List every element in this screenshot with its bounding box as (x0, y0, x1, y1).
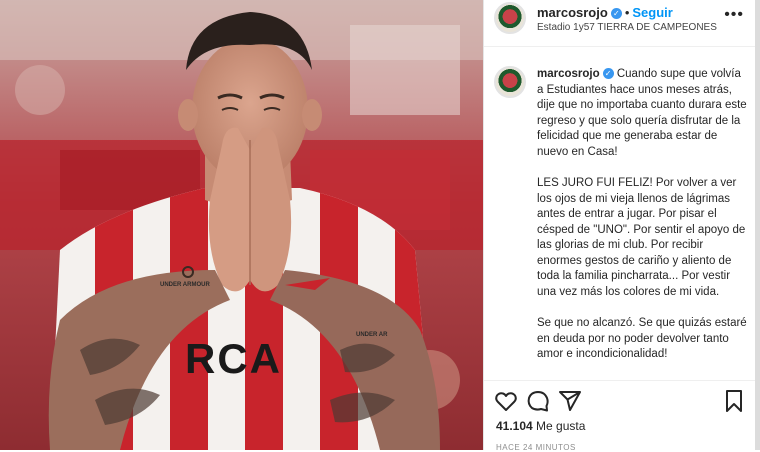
jersey-sleeve-text: UNDER AR (356, 332, 388, 338)
separator-dot: • (624, 5, 630, 20)
username-link[interactable]: marcosrojo (537, 5, 608, 20)
action-bar: 41.104 Me gusta HACE 24 MINUTOS (484, 380, 756, 452)
caption-username[interactable]: marcosrojo (537, 68, 600, 80)
verified-badge-icon: ✓ (610, 8, 622, 19)
share-icon[interactable] (558, 389, 582, 413)
post-timestamp: HACE 24 MINUTOS (496, 443, 576, 452)
post-header: marcosrojo ✓ • Seguir Estadio 1y57 TIERRA D… (484, 0, 756, 47)
comment-icon[interactable] (526, 389, 550, 413)
scrollbar-track[interactable] (755, 0, 760, 450)
more-options-icon[interactable]: ••• (724, 6, 744, 24)
heart-icon[interactable] (494, 389, 518, 413)
likes-count[interactable]: 41.104 Me gusta (496, 419, 585, 433)
post-caption: marcosrojo ✓ Cuando supe que volvía a Est… (537, 67, 747, 379)
follow-button[interactable]: Seguir (632, 5, 672, 20)
location-link[interactable]: Estadio 1y57 TIERRA DE CAMPEONES (537, 22, 717, 33)
likes-number: 41.104 (496, 419, 533, 433)
avatar[interactable] (494, 2, 526, 34)
bookmark-icon[interactable] (722, 389, 746, 413)
post-side-panel: marcosrojo ✓ • Seguir Estadio 1y57 TIERRA D… (483, 0, 756, 452)
likes-label: Me gusta (536, 419, 586, 433)
caption-avatar[interactable] (494, 66, 526, 98)
post-author: marcosrojo ✓ • Seguir (537, 5, 673, 20)
caption-text: Cuando supe que volvía a Estudiantes hac… (537, 68, 747, 158)
post-photo[interactable]: RCA UNDER ARMOUR UNDER AR (0, 0, 483, 450)
jersey-brand-text: UNDER ARMOUR (160, 282, 210, 288)
caption-paragraph: LES JURO FUI FELIZ! Por volver a ver los… (537, 177, 746, 298)
caption-paragraph: marcosrojo ✓ Cuando supe que volvía a Est… (537, 67, 747, 160)
jersey-sponsor-text: RCA (185, 335, 282, 382)
verified-badge-icon: ✓ (602, 68, 614, 79)
caption-paragraph: Se que no alcanzó. Se que quizás estaré … (537, 317, 747, 360)
